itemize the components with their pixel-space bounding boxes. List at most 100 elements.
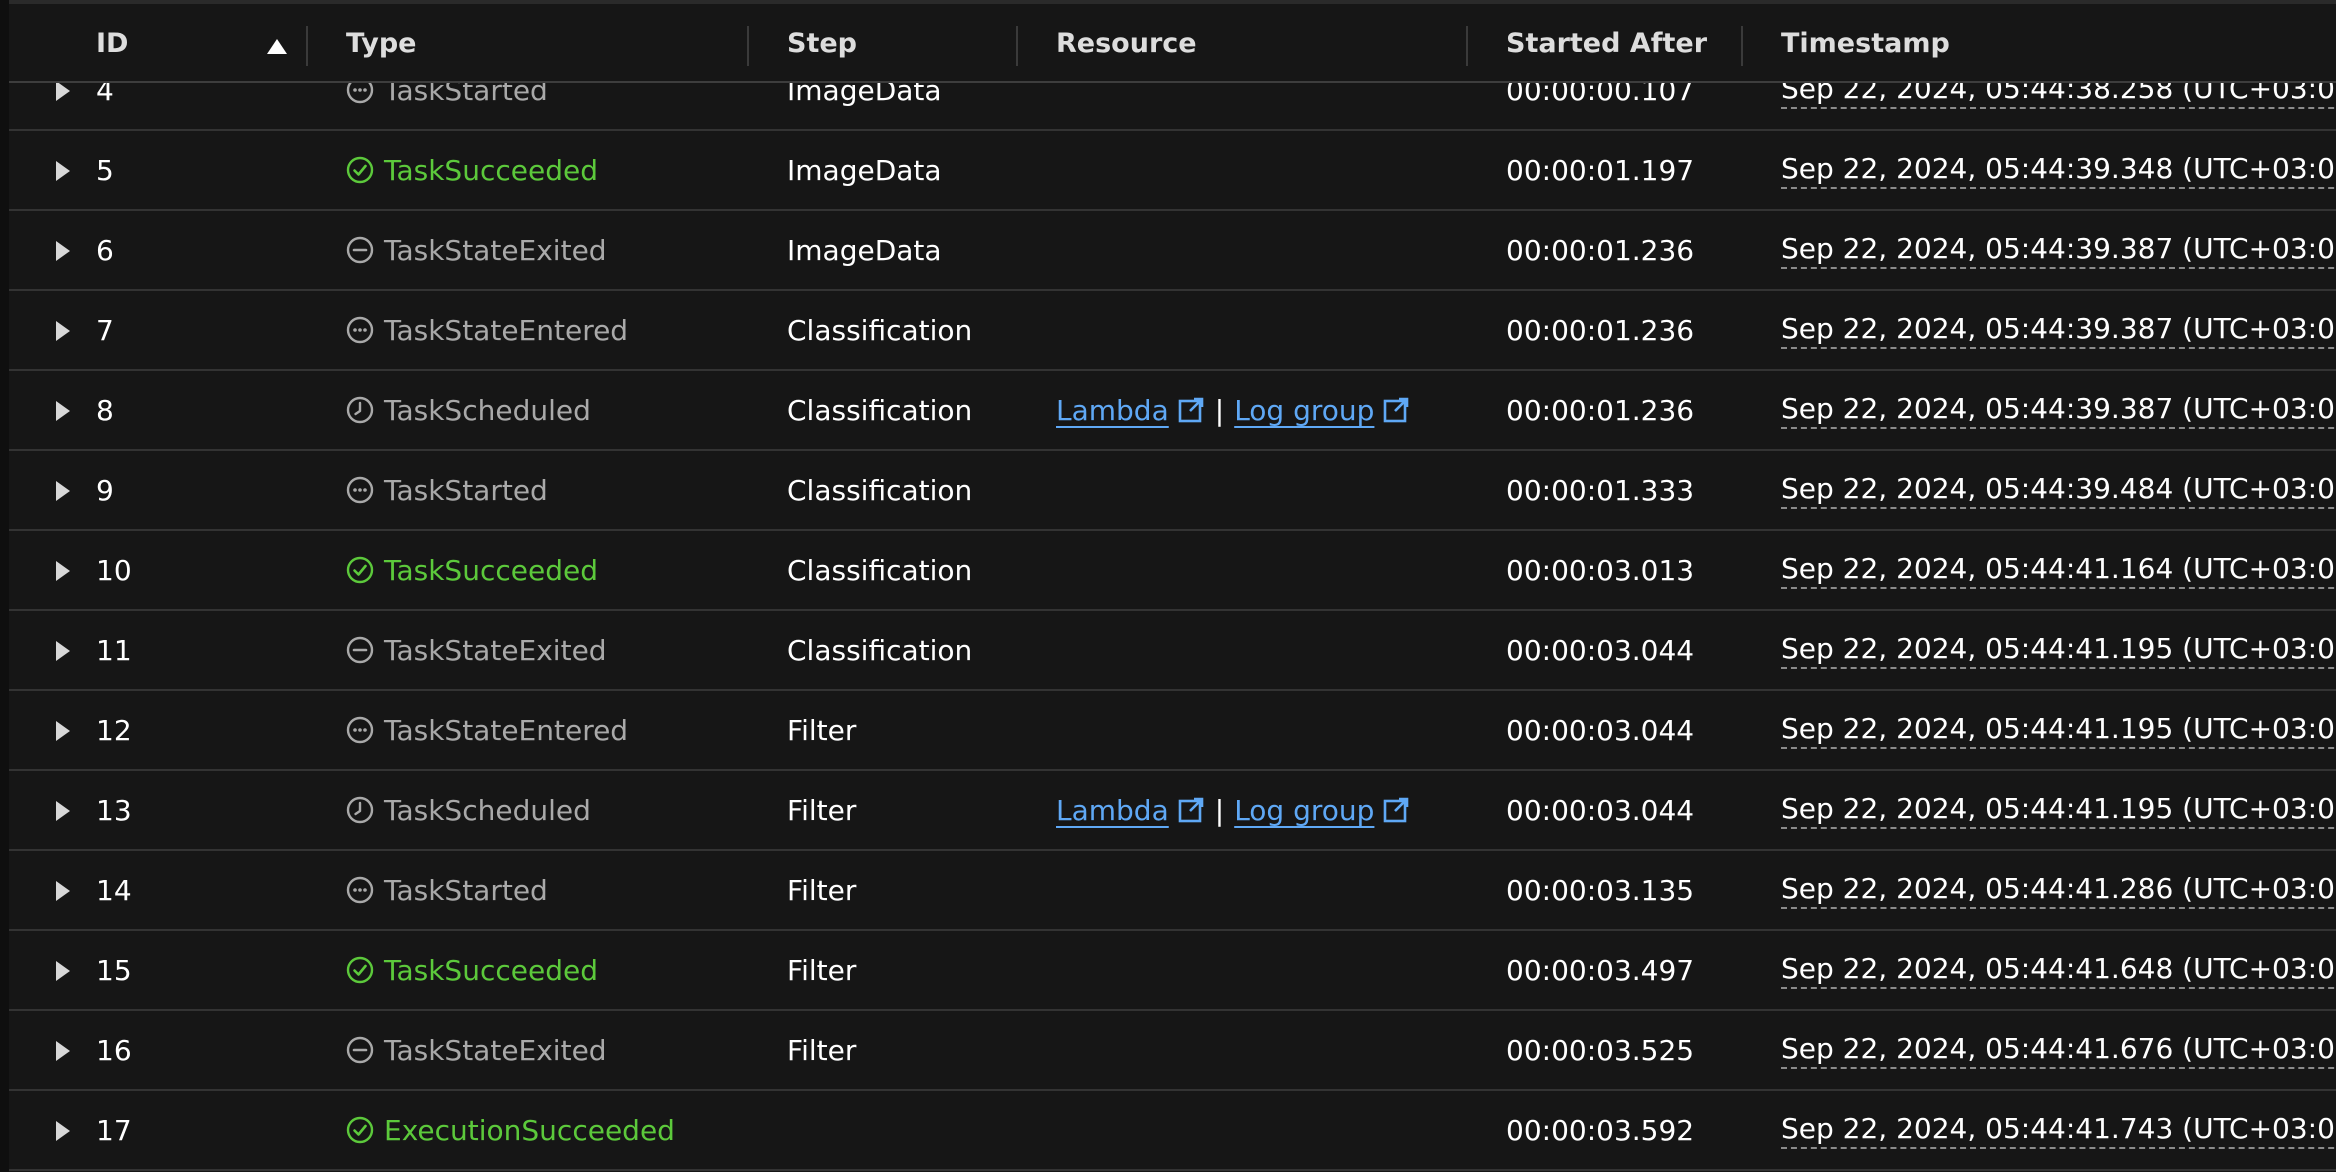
timestamp-text[interactable]: Sep 22, 2024, 05:44:39.387 (UTC+03:00) [1781,232,2336,269]
table-row[interactable]: 6 TaskStateExited ImageData 00:00:01.236 Sep… [9,211,2336,291]
column-resizer[interactable] [1741,26,1743,66]
event-started-after: 00:00:03.044 [1506,793,1695,827]
timestamp-text[interactable]: Sep 22, 2024, 05:44:39.484 (UTC+03:00) [1781,472,2336,509]
event-type: TaskScheduled [346,771,591,849]
event-timestamp[interactable]: Sep 22, 2024, 05:44:41.195 (UTC+03:00) [1781,691,2336,769]
column-resizer[interactable] [1016,26,1018,66]
caret-right-icon[interactable] [56,481,70,501]
table-row[interactable]: 8 TaskScheduled Classification Lambda | Log g… [9,371,2336,451]
event-id: 8 [96,393,114,427]
table-row[interactable]: 10 TaskSucceeded Classification 00:00:03.01… [9,531,2336,611]
event-timestamp[interactable]: Sep 22, 2024, 05:44:41.195 (UTC+03:00) [1781,611,2336,689]
table-row[interactable]: 12 TaskStateEntered Filter 00:00:03.044 Sep … [9,691,2336,771]
timestamp-text[interactable]: Sep 22, 2024, 05:44:41.164 (UTC+03:00) [1781,552,2336,589]
timestamp-text[interactable]: Sep 22, 2024, 05:44:39.387 (UTC+03:00) [1781,392,2336,429]
column-header-id[interactable]: ID [96,4,128,83]
event-timestamp[interactable]: Sep 22, 2024, 05:44:39.387 (UTC+03:00) [1781,371,2336,449]
timestamp-text[interactable]: Sep 22, 2024, 05:44:41.195 (UTC+03:00) [1781,792,2336,829]
column-resizer[interactable] [747,26,749,66]
caret-right-icon[interactable] [56,1121,70,1141]
event-step: Classification [787,553,973,587]
caret-right-icon[interactable] [56,721,70,741]
table-row[interactable]: 14 TaskStarted Filter 00:00:03.135 Sep 22, 2… [9,851,2336,931]
minus-circle-icon [346,1036,374,1064]
timestamp-text[interactable]: Sep 22, 2024, 05:44:41.286 (UTC+03:00) [1781,872,2336,909]
caret-right-icon[interactable] [56,241,70,261]
event-type-label: TaskScheduled [384,393,591,427]
event-timestamp[interactable]: Sep 22, 2024, 05:44:39.484 (UTC+03:00) [1781,451,2336,529]
caret-right-icon[interactable] [56,801,70,821]
caret-right-icon[interactable] [56,561,70,581]
minus-circle-icon [346,636,374,664]
caret-right-icon[interactable] [56,81,70,101]
table-row[interactable]: 5 TaskSucceeded ImageData 00:00:01.197 Sep 2… [9,131,2336,211]
event-timestamp[interactable]: Sep 22, 2024, 05:44:39.387 (UTC+03:00) [1781,211,2336,289]
event-timestamp[interactable]: Sep 22, 2024, 05:44:39.348 (UTC+03:00) [1781,131,2336,209]
event-id: 9 [96,473,114,507]
event-id: 7 [96,313,114,347]
event-type: TaskStateExited [346,611,607,689]
event-type-label: TaskSucceeded [384,153,598,187]
timestamp-text[interactable]: Sep 22, 2024, 05:44:41.648 (UTC+03:00) [1781,952,2336,989]
column-resizer[interactable] [306,26,308,66]
event-timestamp[interactable]: Sep 22, 2024, 05:44:41.164 (UTC+03:00) [1781,531,2336,609]
event-timestamp[interactable]: Sep 22, 2024, 05:44:41.286 (UTC+03:00) [1781,851,2336,929]
event-type-label: TaskSucceeded [384,953,598,987]
lambda-link[interactable]: Lambda [1056,794,1169,827]
event-started-after: 00:00:03.497 [1506,953,1695,987]
event-id: 6 [96,233,114,267]
sort-ascending-icon[interactable] [267,39,287,54]
caret-right-icon[interactable] [56,641,70,661]
panel-edge [0,0,9,1172]
table-row[interactable]: 13 TaskScheduled Filter Lambda | Log group 00:… [9,771,2336,851]
event-timestamp[interactable]: Sep 22, 2024, 05:44:39.387 (UTC+03:00) [1781,291,2336,369]
timestamp-text[interactable]: Sep 22, 2024, 05:44:41.195 (UTC+03:00) [1781,712,2336,749]
caret-right-icon[interactable] [56,1041,70,1061]
column-header-step[interactable]: Step [787,4,857,83]
table-row[interactable]: 17 ExecutionSucceeded 00:00:03.592 Sep 22, … [9,1091,2336,1171]
event-timestamp[interactable]: Sep 22, 2024, 05:44:41.648 (UTC+03:00) [1781,931,2336,1009]
table-row[interactable]: 7 TaskStateEntered Classification 00:00:01.… [9,291,2336,371]
minus-circle-icon [346,236,374,264]
event-id: 14 [96,873,132,907]
column-header-resource[interactable]: Resource [1056,4,1197,83]
event-timestamp[interactable]: Sep 22, 2024, 05:44:41.195 (UTC+03:00) [1781,771,2336,849]
log-group-link[interactable]: Log group [1234,394,1374,427]
event-type-label: TaskScheduled [384,793,591,827]
timestamp-text[interactable]: Sep 22, 2024, 05:44:41.195 (UTC+03:00) [1781,632,2336,669]
ellipsis-circle-icon [346,316,374,344]
event-timestamp[interactable]: Sep 22, 2024, 05:44:41.676 (UTC+03:00) [1781,1011,2336,1089]
event-started-after: 00:00:03.135 [1506,873,1695,907]
caret-right-icon[interactable] [56,881,70,901]
event-type: TaskStarted [346,451,548,529]
timestamp-text[interactable]: Sep 22, 2024, 05:44:39.387 (UTC+03:00) [1781,312,2336,349]
event-step: ImageData [787,233,942,267]
caret-right-icon[interactable] [56,401,70,421]
event-timestamp[interactable]: Sep 22, 2024, 05:44:41.743 (UTC+03:00) [1781,1091,2336,1169]
event-type-label: TaskStateExited [384,633,607,667]
table-row[interactable]: 9 TaskStarted Classification 00:00:01.333 Se… [9,451,2336,531]
external-link-icon[interactable] [1177,396,1205,424]
column-resizer[interactable] [1466,26,1468,66]
table-row[interactable]: 15 TaskSucceeded Filter 00:00:03.497 Sep 22,… [9,931,2336,1011]
lambda-link[interactable]: Lambda [1056,394,1169,427]
log-group-link[interactable]: Log group [1234,794,1374,827]
event-type: TaskStateEntered [346,291,628,369]
caret-right-icon[interactable] [56,161,70,181]
table-row[interactable]: 11 TaskStateExited Classification 00:00:03.… [9,611,2336,691]
event-started-after: 00:00:03.044 [1506,713,1695,747]
column-header-started-after[interactable]: Started After [1506,4,1707,83]
timestamp-text[interactable]: Sep 22, 2024, 05:44:39.348 (UTC+03:00) [1781,152,2336,189]
external-link-icon[interactable] [1382,396,1410,424]
external-link-icon[interactable] [1177,796,1205,824]
caret-right-icon[interactable] [56,961,70,981]
column-header-timestamp[interactable]: Timestamp [1781,4,1950,83]
clock-icon [346,796,374,824]
timestamp-text[interactable]: Sep 22, 2024, 05:44:41.743 (UTC+03:00) [1781,1112,2336,1149]
column-header-type[interactable]: Type [346,4,416,83]
caret-right-icon[interactable] [56,321,70,341]
external-link-icon[interactable] [1382,796,1410,824]
timestamp-text[interactable]: Sep 22, 2024, 05:44:41.676 (UTC+03:00) [1781,1032,2336,1069]
event-type: TaskStateEntered [346,691,628,769]
table-row[interactable]: 16 TaskStateExited Filter 00:00:03.525 Sep 2… [9,1011,2336,1091]
